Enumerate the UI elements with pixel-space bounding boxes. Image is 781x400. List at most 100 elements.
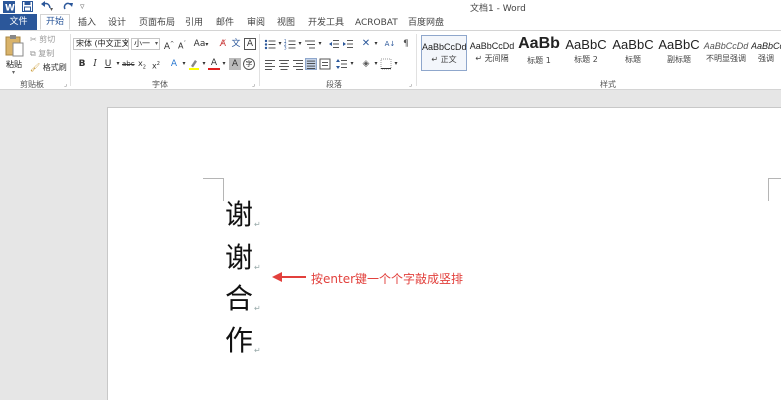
save-icon[interactable] [22, 1, 33, 13]
crop-mark [203, 178, 224, 179]
tab-review[interactable]: 审阅 [247, 16, 265, 30]
font-size-select[interactable]: 小一 ▾ [131, 38, 160, 50]
style-normal[interactable]: AaBbCcDd ↵ 正文 [421, 35, 467, 71]
style-name: 不明显强调 [706, 54, 746, 63]
copy-label: 复制 [38, 49, 55, 58]
dialog-launcher-icon[interactable]: ⌟ [409, 80, 412, 88]
document-char[interactable]: 作 [225, 325, 253, 357]
style-subtle-emphasis[interactable]: AaBbCcDd 不明显强调 [703, 35, 749, 71]
character-shading-icon[interactable]: A [229, 58, 241, 70]
style-emphasis[interactable]: AaBbCcDd 强调 [751, 35, 781, 71]
group-divider [259, 34, 260, 86]
chevron-down-icon[interactable]: ▾ [370, 38, 382, 50]
chevron-down-icon[interactable]: ▾ [390, 58, 402, 70]
style-name: 副标题 [667, 55, 691, 64]
style-sample: AaBbC [612, 37, 654, 52]
bold-icon[interactable]: B [76, 58, 88, 70]
tab-page-layout[interactable]: 页面布局 [139, 16, 175, 30]
paste-icon [5, 35, 24, 57]
phonetic-guide-icon[interactable]: 文 [230, 38, 242, 50]
paragraph-mark: ↵ [254, 346, 261, 355]
dialog-launcher-icon[interactable]: ⌟ [252, 80, 255, 88]
align-right-icon[interactable] [292, 58, 304, 70]
svg-text:W: W [5, 4, 15, 14]
chevron-down-icon: ▾ [154, 40, 158, 47]
subscript-icon[interactable]: x2 [136, 58, 148, 71]
paragraph-group-label: 段落 [326, 80, 342, 89]
style-no-spacing[interactable]: AaBbCcDd ↵ 无间隔 [469, 35, 515, 71]
document-page[interactable] [107, 107, 781, 400]
shrink-font-icon[interactable]: Aˇ [176, 38, 188, 51]
redo-icon[interactable] [63, 1, 74, 13]
svg-text:3: 3 [284, 46, 287, 51]
increase-indent-icon[interactable] [342, 38, 354, 50]
crop-mark [768, 178, 781, 201]
strikethrough-icon[interactable]: abc [122, 58, 135, 70]
dialog-launcher-icon[interactable]: ⌟ [64, 80, 67, 88]
customize-qa-icon[interactable]: ▿ [80, 1, 85, 13]
style-subtitle[interactable]: AaBbC 副标题 [657, 35, 701, 71]
word-logo-icon[interactable]: W [3, 1, 15, 14]
style-heading-2[interactable]: AaBbC 标题 2 [563, 35, 609, 71]
style-title[interactable]: AaBbC 标题 [611, 35, 655, 71]
tab-file[interactable]: 文件 [0, 14, 37, 30]
style-sample: AaBb [518, 35, 560, 52]
change-case-icon[interactable]: Aa▾ [193, 38, 209, 50]
style-sample: AaBbCcDd [469, 41, 515, 51]
tab-insert[interactable]: 插入 [78, 16, 96, 30]
chevron-down-icon[interactable]: ▾ [314, 38, 326, 50]
distributed-icon[interactable] [319, 58, 331, 70]
tab-references[interactable]: 引用 [185, 16, 203, 30]
sort-icon[interactable]: A↓ [384, 38, 396, 50]
tab-developer[interactable]: 开发工具 [308, 16, 344, 30]
align-center-icon[interactable] [278, 58, 290, 70]
style-heading-1[interactable]: AaBb 标题 1 [517, 35, 561, 71]
title-bar: W ▾ ▿ 文档1 - Word [0, 0, 781, 14]
decrease-indent-icon[interactable] [328, 38, 340, 50]
italic-icon[interactable]: I [89, 58, 101, 70]
clear-formatting-icon[interactable]: A̸ [217, 38, 229, 50]
justify-icon[interactable] [305, 58, 317, 70]
undo-icon[interactable]: ▾ [40, 1, 54, 13]
enclosed-character-icon[interactable]: 字 [243, 58, 255, 70]
cut-button[interactable]: ✂ 剪切 [30, 34, 55, 45]
clipboard-group-label: 剪贴板 [20, 80, 44, 89]
document-char[interactable]: 谢 [225, 242, 253, 274]
style-name: 标题 1 [527, 56, 551, 65]
superscript-icon[interactable]: x2 [150, 58, 162, 71]
styles-group-label: 样式 [600, 80, 616, 89]
annotation-arrow-icon [272, 272, 306, 282]
font-size-value: 小一 [134, 39, 150, 48]
style-sample: AaBbCcDd [703, 41, 749, 51]
character-border-icon[interactable]: A [244, 38, 256, 50]
cut-label: 剪切 [39, 35, 56, 44]
tab-acrobat[interactable]: ACROBAT [355, 16, 398, 30]
tab-home[interactable]: 开始 [40, 14, 70, 30]
format-painter-button[interactable]: 🖌 格式刷 [30, 62, 67, 73]
chevron-down-icon[interactable]: ▾ [346, 58, 358, 70]
copy-button[interactable]: ⧉ 复制 [30, 48, 54, 59]
tab-mailings[interactable]: 邮件 [216, 16, 234, 30]
style-name: ↵ 无间隔 [475, 54, 509, 63]
scissors-icon: ✂ [30, 35, 37, 44]
grow-font-icon[interactable]: A^ [163, 38, 175, 52]
chevron-down-icon: ▾ [12, 69, 16, 76]
style-name: 标题 [625, 55, 641, 64]
tab-design[interactable]: 设计 [108, 16, 126, 30]
paintbrush-icon: 🖌 [30, 63, 41, 72]
document-char[interactable]: 合 [225, 283, 253, 315]
tab-baidu-netdisk[interactable]: 百度网盘 [408, 16, 444, 30]
paste-button[interactable]: 粘贴 ▾ [4, 34, 26, 76]
font-group-label: 字体 [152, 80, 168, 89]
tab-view[interactable]: 视图 [277, 16, 295, 30]
align-left-icon[interactable] [264, 58, 276, 70]
show-marks-icon[interactable]: ¶ [400, 38, 412, 50]
window-title: 文档1 - Word [470, 4, 526, 14]
group-divider [70, 34, 71, 86]
document-char[interactable]: 谢 [225, 199, 253, 231]
style-name: 标题 2 [574, 55, 598, 64]
chevron-down-icon: ▾ [123, 40, 127, 47]
font-family-select[interactable]: 宋体 (中文正文) ▾ [73, 38, 129, 50]
crop-mark [768, 178, 781, 179]
format-painter-label: 格式刷 [42, 63, 67, 72]
